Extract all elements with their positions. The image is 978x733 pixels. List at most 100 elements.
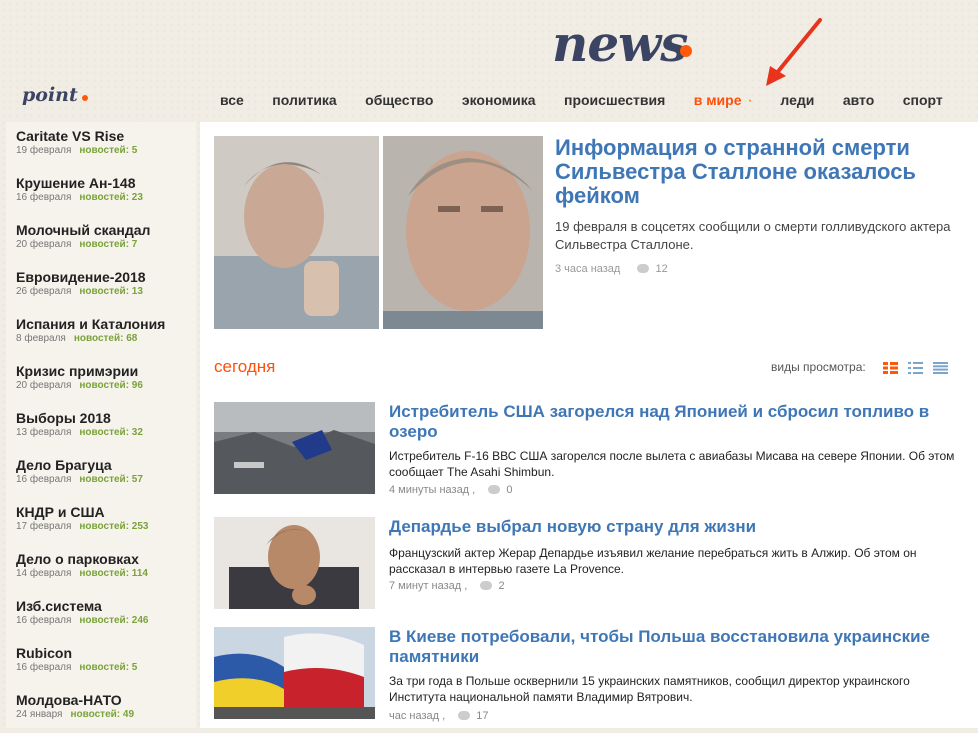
topic-title[interactable]: Выборы 2018 (16, 410, 186, 426)
topic-count: новостей: 68 (73, 333, 138, 344)
section-title: сегодня (214, 357, 276, 376)
nav-item-lady[interactable]: леди (780, 92, 814, 108)
article-photo[interactable] (214, 627, 375, 719)
hero-photo-left[interactable] (214, 136, 379, 329)
topic-title[interactable]: Caritate VS Rise (16, 128, 186, 144)
topic-title[interactable]: Молочный скандал (16, 222, 186, 238)
article-comment-count[interactable]: 17 (476, 710, 488, 722)
topic-date: 16 февраля (16, 615, 72, 626)
category-nav: все политика общество экономика происшес… (220, 92, 967, 110)
logo-dot-icon (680, 45, 692, 57)
topic-meta: 16 февраля новостей: 57 (16, 473, 186, 487)
topic-meta: 16 февраля новостей: 5 (16, 661, 186, 675)
topic-meta: 26 февраля новостей: 13 (16, 285, 186, 299)
view-cards-icon[interactable] (883, 362, 898, 374)
sidebar-item[interactable]: Крушение Ан-148 16 февраля новостей: 23 (6, 169, 196, 216)
sidebar-item[interactable]: КНДР и США 17 февраля новостей: 253 (6, 498, 196, 545)
topic-date: 17 февраля (16, 521, 72, 532)
article-title[interactable]: Истребитель США загорелся над Японией и … (389, 402, 974, 442)
nav-item-all[interactable]: все (220, 92, 244, 108)
topic-title[interactable]: Крушение Ан-148 (16, 175, 186, 191)
topic-meta: 8 февраля новостей: 68 (16, 332, 186, 346)
topic-meta: 16 февраля новостей: 246 (16, 614, 186, 628)
sidebar-item[interactable]: Молочный скандал 20 февраля новостей: 7 (6, 216, 196, 263)
article-description: Французский актер Жерар Депардье изъявил… (389, 546, 917, 576)
topic-count: новостей: 7 (79, 239, 138, 250)
nav-item-sport[interactable]: спорт (903, 92, 943, 108)
hero-time: 3 часа назад (555, 263, 621, 275)
topic-date: 13 февраля (16, 427, 72, 438)
main-content: Информация о странной смерти Сильвестра … (200, 122, 978, 728)
topic-meta: 20 февраля новостей: 7 (16, 238, 186, 252)
sidebar-item[interactable]: Rubicon 16 февраля новостей: 5 (6, 639, 196, 686)
comment-icon (488, 485, 501, 494)
topic-meta: 24 января новостей: 49 (16, 708, 186, 722)
article-meta: 4 минуты назад , 0 (389, 484, 512, 496)
topic-count: новостей: 96 (79, 380, 143, 391)
hero-headline[interactable]: Информация о странной смерти Сильвестра … (555, 136, 935, 208)
topic-title[interactable]: Дело о парковках (16, 551, 186, 567)
nav-item-politics[interactable]: политика (272, 92, 336, 108)
topic-date: 19 февраля (16, 145, 72, 156)
topic-count: новостей: 253 (79, 521, 149, 532)
topic-meta: 17 февраля новостей: 253 (16, 520, 186, 534)
topic-date: 20 февраля (16, 239, 72, 250)
comment-icon (480, 581, 493, 590)
sidebar-item[interactable]: Изб.система 16 февраля новостей: 246 (6, 592, 196, 639)
sidebar-item[interactable]: Молдова-НАТО 24 января новостей: 49 (6, 686, 196, 733)
topic-count: новостей: 13 (79, 286, 143, 297)
nav-item-world[interactable]: в мире ◔ (694, 92, 752, 108)
topic-date: 16 февраля (16, 474, 72, 485)
nav-item-society[interactable]: общество (365, 92, 433, 108)
hero-photo-right[interactable] (383, 136, 543, 329)
sidebar-item[interactable]: Дело Брагуца 16 февраля новостей: 57 (6, 451, 196, 498)
topic-title[interactable]: Испания и Каталония (16, 316, 186, 332)
topic-title[interactable]: Евровидение-2018 (16, 269, 186, 285)
topic-title[interactable]: Молдова-НАТО (16, 692, 186, 708)
article-description: Истребитель F-16 ВВС США загорелся после… (389, 449, 955, 479)
comment-icon (637, 264, 650, 273)
topic-title[interactable]: КНДР и США (16, 504, 186, 520)
sidebar-item[interactable]: Выборы 2018 13 февраля новостей: 32 (6, 404, 196, 451)
nav-item-economy[interactable]: экономика (462, 92, 536, 108)
hero-description: 19 февраля в соцсетях сообщили о смерти … (555, 219, 951, 252)
article-meta: 7 минут назад , 2 (389, 580, 505, 592)
comment-icon (458, 711, 471, 720)
sidebar-item[interactable]: Дело о парковках 14 февраля новостей: 114 (6, 545, 196, 592)
topic-count: новостей: 114 (79, 568, 148, 579)
sidebar-item[interactable]: Caritate VS Rise 19 февраля новостей: 5 (6, 122, 196, 169)
topic-count: новостей: 23 (79, 192, 143, 203)
point-logo[interactable]: point (22, 84, 88, 106)
topic-count: новостей: 49 (70, 709, 135, 720)
topic-count: новостей: 57 (79, 474, 143, 485)
topic-date: 24 января (16, 709, 63, 720)
hero-meta: 3 часа назад 12 (555, 263, 668, 275)
article-title[interactable]: Депардье выбрал новую страну для жизни (389, 517, 974, 537)
topic-title[interactable]: Изб.система (16, 598, 186, 614)
topic-title[interactable]: Rubicon (16, 645, 186, 661)
sidebar-item[interactable]: Кризис примэрии 20 февраля новостей: 96 (6, 357, 196, 404)
sidebar-item[interactable]: Испания и Каталония 8 февраля новостей: 68 (6, 310, 196, 357)
nav-item-auto[interactable]: авто (843, 92, 874, 108)
topic-count: новостей: 5 (79, 145, 138, 156)
view-compact-icon[interactable] (933, 362, 948, 374)
site-logo[interactable]: news (552, 14, 692, 73)
view-list-icon[interactable] (908, 362, 923, 374)
news-item: В Киеве потребовали, чтобы Польша восста… (214, 627, 974, 722)
hero-comment-count[interactable]: 12 (655, 263, 667, 275)
topic-meta: 20 февраля новостей: 96 (16, 379, 186, 393)
article-comment-count[interactable]: 0 (506, 484, 512, 496)
article-comment-count[interactable]: 2 (498, 580, 504, 592)
article-photo[interactable] (214, 517, 375, 609)
topic-title[interactable]: Кризис примэрии (16, 363, 186, 379)
topic-date: 8 февраля (16, 333, 66, 344)
article-photo[interactable] (214, 402, 375, 494)
rss-icon[interactable]: ◔ (747, 96, 752, 106)
sidebar-item[interactable]: Евровидение-2018 26 февраля новостей: 13 (6, 263, 196, 310)
topic-meta: 19 февраля новостей: 5 (16, 144, 186, 158)
topic-title[interactable]: Дело Брагуца (16, 457, 186, 473)
article-time: 4 минуты назад , (389, 484, 476, 496)
point-logo-text: point (22, 84, 78, 106)
nav-item-incidents[interactable]: происшествия (564, 92, 665, 108)
article-title[interactable]: В Киеве потребовали, чтобы Польша восста… (389, 627, 974, 667)
